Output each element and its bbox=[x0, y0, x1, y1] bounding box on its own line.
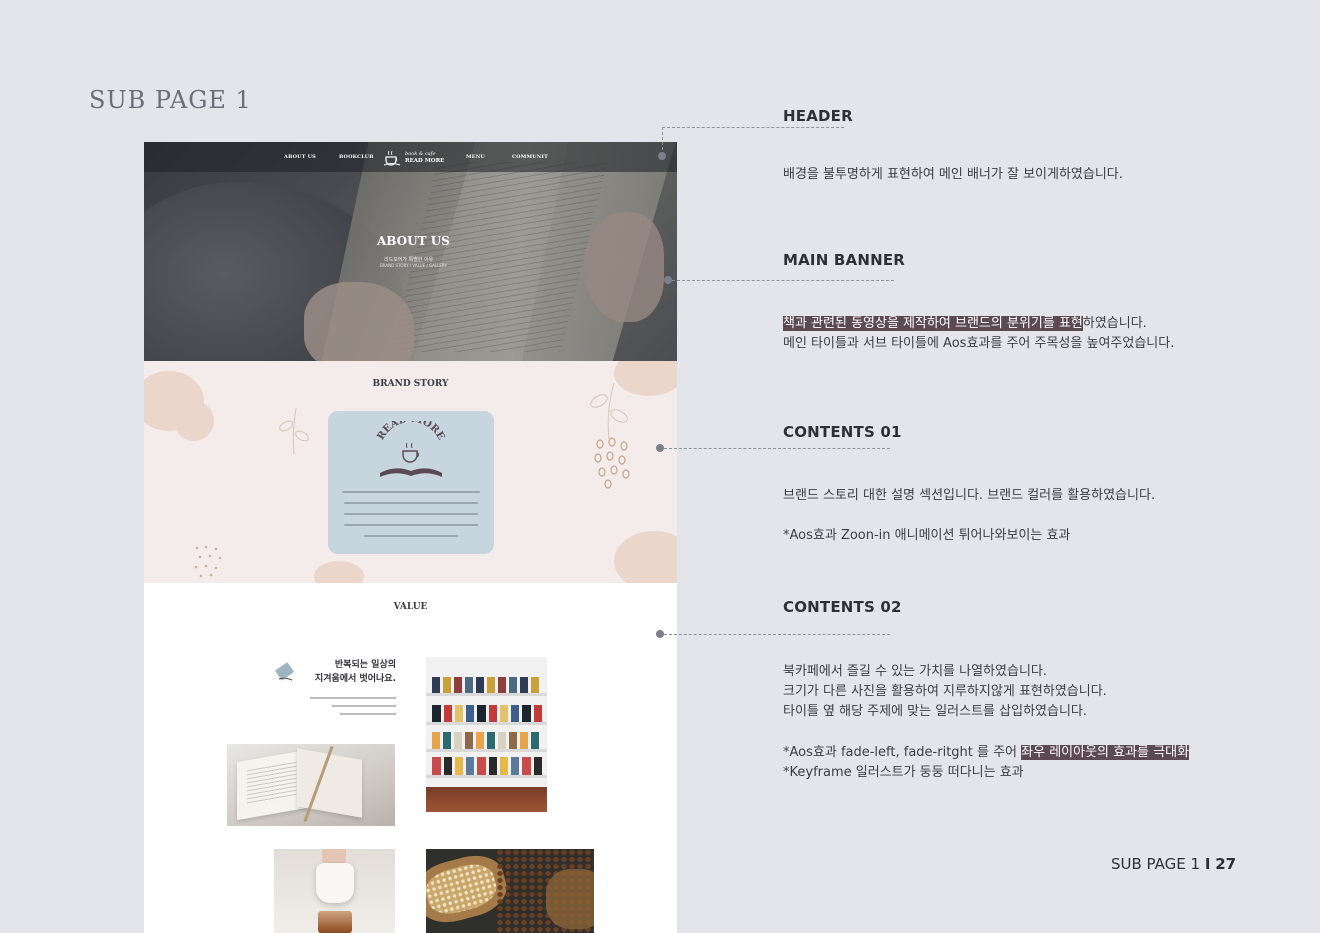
coffee-cup-icon bbox=[383, 150, 401, 166]
logo-tagline: book & cafe bbox=[405, 151, 436, 157]
connector-line bbox=[662, 127, 844, 128]
logo-name: READ MORE bbox=[405, 158, 445, 164]
connector-line bbox=[664, 634, 890, 635]
annotation-banner-text-2: 메인 타이틀과 서브 타이틀에 Aos효과를 주어 주목성을 높여주었습니다. bbox=[783, 336, 1175, 351]
nav-item-bookclub[interactable]: BOOKCLUB bbox=[339, 154, 374, 160]
coffee-beans-icon bbox=[594, 437, 630, 489]
value-heading-line1: 반복되는 일상의 bbox=[334, 660, 396, 670]
open-book-photo bbox=[227, 744, 395, 826]
connector-dot bbox=[664, 276, 672, 284]
annotation-banner-title: MAIN BANNER bbox=[783, 251, 906, 269]
annotation-contents02-title: CONTENTS 02 bbox=[783, 598, 902, 616]
brand-story-section: BRAND STORY READ MORE bbox=[144, 361, 677, 583]
highlight-text: 좌우 레이아웃의 효과를 극대화 bbox=[1021, 745, 1190, 760]
coffee-beans-photo bbox=[426, 849, 594, 933]
connector-line bbox=[662, 127, 663, 155]
connector-dot bbox=[656, 444, 664, 452]
nav-item-community[interactable]: COMMUNIT bbox=[512, 154, 548, 160]
annotation-contents02-text-4: *Aos효과 fade-left, fade-ritght 를 주어 좌우 레이… bbox=[783, 745, 1190, 760]
value-section: VALUE 반복되는 일상의 지겨움에서 벗어나요. bbox=[144, 583, 677, 933]
annotation-contents02-text-3: 타이틀 옆 해당 주제에 맞는 일러스트를 삽입하였습니다. bbox=[783, 704, 1088, 719]
page-footer: SUB PAGE 1 I 27 bbox=[1111, 855, 1237, 873]
annotation-contents02-text-5: *Keyframe 일러스트가 둥둥 떠다니는 효과 bbox=[783, 765, 1024, 780]
connector-dot bbox=[658, 152, 666, 160]
leaf-illustration-icon bbox=[590, 382, 628, 440]
annotation-header-title: HEADER bbox=[783, 107, 853, 125]
annotation-contents01-text-1: 브랜드 스토리 대한 설명 섹션입니다. 브랜드 컬러를 활용하였습니다. bbox=[783, 488, 1156, 503]
annotation-contents01-text-2: *Aos효과 Zoon-in 애니메이션 튀어나와보이는 효과 bbox=[783, 528, 1071, 543]
connector-dot bbox=[656, 630, 664, 638]
book-illustration-icon bbox=[275, 662, 295, 681]
annotation-contents02-text-1: 북카페에서 즐길 수 있는 가치를 나열하였습니다. bbox=[783, 664, 1047, 679]
value-title: VALUE bbox=[393, 602, 428, 612]
value-heading-line2: 지겨움에서 벗어나요. bbox=[314, 674, 396, 684]
nav-item-about-us[interactable]: ABOUT US bbox=[284, 154, 316, 160]
annotation-banner-text-1: 책과 관련된 동영상을 제작하여 브랜드의 분위기를 표현하였습니다. bbox=[783, 316, 1147, 331]
leaf-illustration-icon bbox=[279, 407, 309, 455]
main-banner: ABOUT US BOOKCLUB book & cafe READ MORE … bbox=[144, 142, 677, 361]
brand-story-title: BRAND STORY bbox=[372, 379, 449, 389]
nav-item-menu[interactable]: MENU bbox=[466, 154, 485, 160]
pitcher-photo bbox=[274, 849, 395, 933]
brand-story-card: READ MORE bbox=[328, 411, 494, 554]
website-mockup: ABOUT US BOOKCLUB book & cafe READ MORE … bbox=[144, 142, 677, 933]
card-logo-text: READ MORE bbox=[376, 421, 447, 442]
footer-label: SUB PAGE 1 bbox=[1111, 855, 1201, 873]
page-title: SUB PAGE 1 bbox=[89, 86, 252, 114]
banner-title: ABOUT US bbox=[377, 234, 450, 248]
page-number: 27 bbox=[1215, 855, 1237, 873]
annotation-contents02-text-2: 크기가 다른 사진을 활용하여 지루하지않게 표현하였습니다. bbox=[783, 684, 1107, 699]
bookshelf-photo bbox=[426, 657, 547, 812]
header-nav: ABOUT US BOOKCLUB book & cafe READ MORE … bbox=[144, 142, 677, 172]
connector-line bbox=[672, 280, 894, 281]
site-logo[interactable]: book & cafe READ MORE bbox=[383, 147, 445, 169]
annotation-header-text: 배경을 불투명하게 표현하여 메인 배너가 잘 보이게하였습니다. bbox=[783, 167, 1123, 182]
svg-text:READ MORE: READ MORE bbox=[376, 421, 447, 442]
dots-pattern-icon bbox=[194, 545, 222, 578]
annotation-contents01-title: CONTENTS 01 bbox=[783, 423, 902, 441]
connector-line bbox=[664, 448, 890, 449]
banner-submenu: BRAND STORY / VALUE / GALLERY bbox=[380, 263, 447, 268]
banner-subtitle: 리드모어가 특별한 이유 bbox=[384, 257, 434, 263]
read-more-logo-icon: READ MORE bbox=[376, 421, 447, 477]
highlight-text: 책과 관련된 동영상을 제작하여 브랜드의 분위기를 표현 bbox=[783, 316, 1083, 331]
